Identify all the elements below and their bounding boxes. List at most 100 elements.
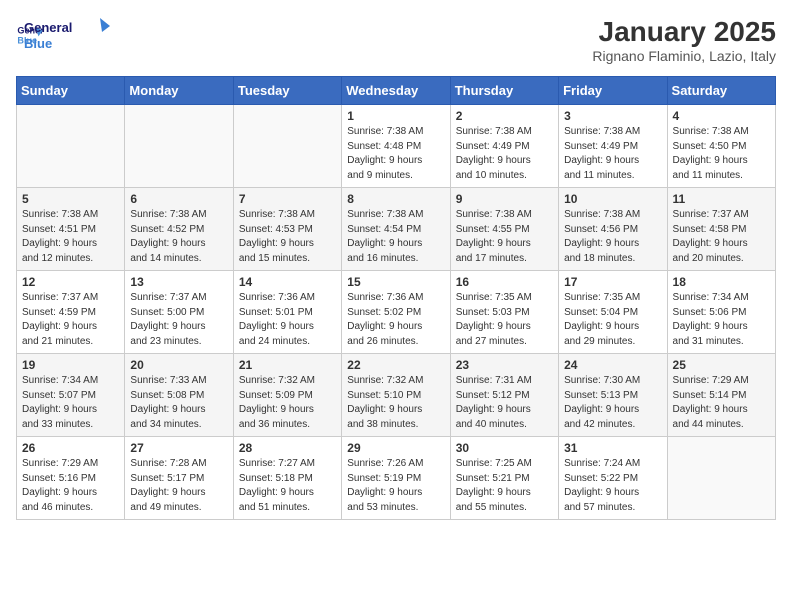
calendar-cell: 28 Sunrise: 7:27 AMSunset: 5:18 PMDayligh…	[233, 437, 341, 520]
day-info: Sunrise: 7:38 AMSunset: 4:51 PMDaylight:…	[22, 208, 119, 266]
day-number: 28	[239, 441, 336, 455]
calendar-cell: 5 Sunrise: 7:38 AMSunset: 4:51 PMDaylight…	[17, 188, 125, 271]
day-number: 4	[673, 109, 770, 123]
header-tuesday: Tuesday	[233, 77, 341, 105]
header-wednesday: Wednesday	[342, 77, 450, 105]
calendar-cell	[233, 105, 341, 188]
month-title: January 2025	[592, 16, 776, 48]
header-friday: Friday	[559, 77, 667, 105]
day-info: Sunrise: 7:26 AMSunset: 5:19 PMDaylight:…	[347, 457, 444, 515]
day-number: 23	[456, 358, 553, 372]
day-number: 11	[673, 192, 770, 206]
day-info: Sunrise: 7:37 AMSunset: 4:59 PMDaylight:…	[22, 291, 119, 349]
calendar-cell: 29 Sunrise: 7:26 AMSunset: 5:19 PMDayligh…	[342, 437, 450, 520]
calendar-week-1: 1 Sunrise: 7:38 AMSunset: 4:48 PMDaylight…	[17, 105, 776, 188]
calendar-cell: 8Sunrise: 7:38 AMSunset: 4:54 PMDaylight…	[342, 188, 450, 271]
svg-text:General: General	[24, 20, 72, 35]
day-info: Sunrise: 7:38 AMSunset: 4:50 PMDaylight:…	[673, 125, 770, 183]
day-info: Sunrise: 7:36 AMSunset: 5:02 PMDaylight:…	[347, 291, 444, 349]
day-number: 30	[456, 441, 553, 455]
header-saturday: Saturday	[667, 77, 775, 105]
day-number: 5	[22, 192, 119, 206]
day-number: 10	[564, 192, 661, 206]
day-number: 12	[22, 275, 119, 289]
calendar-cell: 1 Sunrise: 7:38 AMSunset: 4:48 PMDaylight…	[342, 105, 450, 188]
day-number: 14	[239, 275, 336, 289]
day-info: Sunrise: 7:38 AMSunset: 4:56 PMDaylight:…	[564, 208, 661, 266]
day-info: Sunrise: 7:28 AMSunset: 5:17 PMDaylight:…	[130, 457, 227, 515]
day-info: Sunrise: 7:38 AMSunset: 4:54 PMDaylight:…	[347, 208, 444, 266]
location: Rignano Flaminio, Lazio, Italy	[592, 48, 776, 64]
day-number: 3	[564, 109, 661, 123]
day-number: 29	[347, 441, 444, 455]
calendar-week-5: 26Sunrise: 7:29 AMSunset: 5:16 PMDayligh…	[17, 437, 776, 520]
day-info: Sunrise: 7:32 AMSunset: 5:10 PMDaylight:…	[347, 374, 444, 432]
day-info: Sunrise: 7:38 AMSunset: 4:52 PMDaylight:…	[130, 208, 227, 266]
day-info: Sunrise: 7:37 AMSunset: 4:58 PMDaylight:…	[673, 208, 770, 266]
day-number: 15	[347, 275, 444, 289]
calendar-cell: 23 Sunrise: 7:31 AMSunset: 5:12 PMDayligh…	[450, 354, 558, 437]
day-number: 24	[564, 358, 661, 372]
header-monday: Monday	[125, 77, 233, 105]
calendar-cell: 10 Sunrise: 7:38 AMSunset: 4:56 PMDayligh…	[559, 188, 667, 271]
day-info: Sunrise: 7:34 AMSunset: 5:07 PMDaylight:…	[22, 374, 119, 432]
day-number: 16	[456, 275, 553, 289]
day-number: 13	[130, 275, 227, 289]
day-info: Sunrise: 7:27 AMSunset: 5:18 PMDaylight:…	[239, 457, 336, 515]
day-info: Sunrise: 7:32 AMSunset: 5:09 PMDaylight:…	[239, 374, 336, 432]
day-info: Sunrise: 7:38 AMSunset: 4:49 PMDaylight:…	[564, 125, 661, 183]
day-number: 17	[564, 275, 661, 289]
day-number: 19	[22, 358, 119, 372]
calendar-week-3: 12 Sunrise: 7:37 AMSunset: 4:59 PMDayligh…	[17, 271, 776, 354]
calendar-cell: 3 Sunrise: 7:38 AMSunset: 4:49 PMDaylight…	[559, 105, 667, 188]
calendar-table: SundayMondayTuesdayWednesdayThursdayFrid…	[16, 76, 776, 520]
day-number: 6	[130, 192, 227, 206]
day-info: Sunrise: 7:35 AMSunset: 5:03 PMDaylight:…	[456, 291, 553, 349]
day-info: Sunrise: 7:38 AMSunset: 4:49 PMDaylight:…	[456, 125, 553, 183]
title-area: January 2025 Rignano Flaminio, Lazio, It…	[592, 16, 776, 64]
calendar-cell: 4 Sunrise: 7:38 AMSunset: 4:50 PMDaylight…	[667, 105, 775, 188]
day-number: 20	[130, 358, 227, 372]
calendar-cell: 13 Sunrise: 7:37 AMSunset: 5:00 PMDayligh…	[125, 271, 233, 354]
day-number: 1	[347, 109, 444, 123]
calendar-cell	[667, 437, 775, 520]
calendar-cell: 11 Sunrise: 7:37 AMSunset: 4:58 PMDayligh…	[667, 188, 775, 271]
day-info: Sunrise: 7:36 AMSunset: 5:01 PMDaylight:…	[239, 291, 336, 349]
calendar-cell: 22 Sunrise: 7:32 AMSunset: 5:10 PMDayligh…	[342, 354, 450, 437]
day-info: Sunrise: 7:33 AMSunset: 5:08 PMDaylight:…	[130, 374, 227, 432]
svg-text:Blue: Blue	[24, 36, 52, 51]
day-info: Sunrise: 7:31 AMSunset: 5:12 PMDaylight:…	[456, 374, 553, 432]
header-thursday: Thursday	[450, 77, 558, 105]
logo-full: General Blue	[24, 16, 114, 54]
day-number: 22	[347, 358, 444, 372]
calendar-cell: 30 Sunrise: 7:25 AMSunset: 5:21 PMDayligh…	[450, 437, 558, 520]
day-info: Sunrise: 7:24 AMSunset: 5:22 PMDaylight:…	[564, 457, 661, 515]
day-info: Sunrise: 7:38 AMSunset: 4:48 PMDaylight:…	[347, 125, 444, 183]
day-info: Sunrise: 7:35 AMSunset: 5:04 PMDaylight:…	[564, 291, 661, 349]
calendar-cell: 19 Sunrise: 7:34 AMSunset: 5:07 PMDayligh…	[17, 354, 125, 437]
calendar-cell: 16 Sunrise: 7:35 AMSunset: 5:03 PMDayligh…	[450, 271, 558, 354]
calendar-week-4: 19 Sunrise: 7:34 AMSunset: 5:07 PMDayligh…	[17, 354, 776, 437]
calendar-week-2: 5 Sunrise: 7:38 AMSunset: 4:51 PMDaylight…	[17, 188, 776, 271]
calendar-cell: 7 Sunrise: 7:38 AMSunset: 4:53 PMDaylight…	[233, 188, 341, 271]
day-number: 7	[239, 192, 336, 206]
day-info: Sunrise: 7:38 AMSunset: 4:55 PMDaylight:…	[456, 208, 553, 266]
day-info: Sunrise: 7:38 AMSunset: 4:53 PMDaylight:…	[239, 208, 336, 266]
page-header: General Blue General Blue January 2025 R…	[16, 16, 776, 64]
calendar-cell: 2Sunrise: 7:38 AMSunset: 4:49 PMDaylight…	[450, 105, 558, 188]
calendar-cell: 24 Sunrise: 7:30 AMSunset: 5:13 PMDayligh…	[559, 354, 667, 437]
day-info: Sunrise: 7:25 AMSunset: 5:21 PMDaylight:…	[456, 457, 553, 515]
calendar-cell: 6 Sunrise: 7:38 AMSunset: 4:52 PMDaylight…	[125, 188, 233, 271]
day-number: 21	[239, 358, 336, 372]
day-info: Sunrise: 7:37 AMSunset: 5:00 PMDaylight:…	[130, 291, 227, 349]
calendar-cell: 15 Sunrise: 7:36 AMSunset: 5:02 PMDayligh…	[342, 271, 450, 354]
calendar-header-row: SundayMondayTuesdayWednesdayThursdayFrid…	[17, 77, 776, 105]
header-sunday: Sunday	[17, 77, 125, 105]
day-number: 25	[673, 358, 770, 372]
day-info: Sunrise: 7:34 AMSunset: 5:06 PMDaylight:…	[673, 291, 770, 349]
day-info: Sunrise: 7:29 AMSunset: 5:14 PMDaylight:…	[673, 374, 770, 432]
calendar-cell: 20 Sunrise: 7:33 AMSunset: 5:08 PMDayligh…	[125, 354, 233, 437]
calendar-cell: 9 Sunrise: 7:38 AMSunset: 4:55 PMDaylight…	[450, 188, 558, 271]
day-info: Sunrise: 7:30 AMSunset: 5:13 PMDaylight:…	[564, 374, 661, 432]
day-number: 9	[456, 192, 553, 206]
